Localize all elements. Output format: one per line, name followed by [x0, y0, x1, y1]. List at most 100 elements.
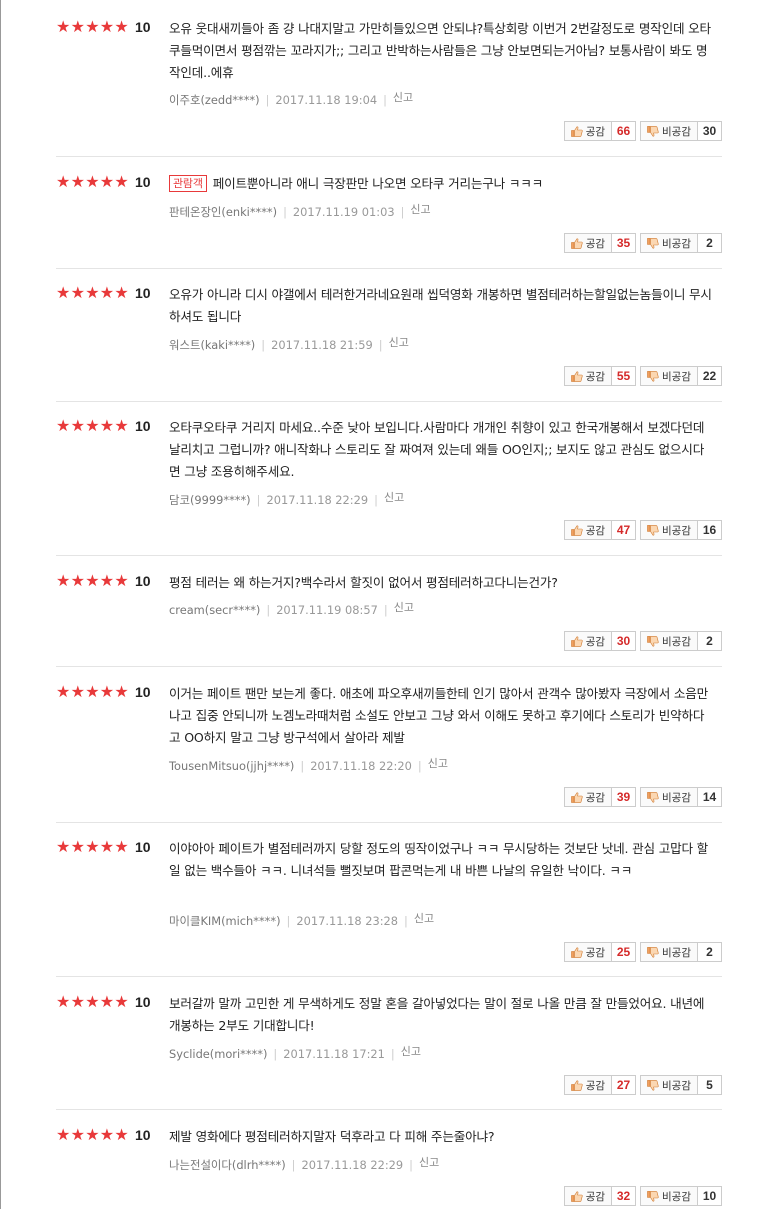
review-meta: TousenMitsuo(jjhj****) | 2017.11.18 22:20 |… — [169, 757, 448, 773]
vote-controls: 공감 30 비공감 2 — [563, 631, 722, 651]
dislike-button[interactable]: 비공감 — [640, 631, 698, 651]
dislike-button[interactable]: 비공감 — [640, 1186, 698, 1206]
star-icon: ★ — [56, 416, 71, 435]
dislike-count: 14 — [698, 787, 722, 807]
dislike-button[interactable]: 비공감 — [640, 366, 698, 386]
review-score: 10 — [135, 285, 151, 301]
thumbs-down-icon — [647, 946, 659, 958]
star-icon: ★ — [85, 17, 100, 36]
report-link[interactable]: 신고 — [401, 1045, 421, 1058]
review-meta: 이주호(zedd****) | 2017.11.18 19:04 | 신고 — [169, 91, 414, 107]
review-meta: cream(secr****) | 2017.11.19 08:57 | 신고 — [169, 601, 414, 617]
star-rating: ★ ★ ★ ★ ★ — [56, 684, 129, 700]
dislike-label: 비공감 — [662, 946, 691, 959]
review-content: 제발 영화에다 평점테러하지말자 덕후라고 다 피해 주는줄아냐? — [169, 1126, 714, 1148]
review-date: 2017.11.18 17:21 — [283, 1047, 385, 1061]
report-link[interactable]: 신고 — [394, 601, 414, 614]
like-button[interactable]: 공감 — [563, 233, 613, 253]
review-content: 오유가 아니라 디시 야갤에서 테러한거라네요원래 씹덕영화 개봉하면 별점테러… — [169, 284, 714, 328]
viewer-badge: 관람객 — [169, 175, 207, 192]
star-icon: ★ — [114, 571, 129, 590]
star-icon: ★ — [56, 682, 71, 701]
like-count: 47 — [612, 520, 637, 540]
author-name: Syclide(mori****) — [169, 1047, 268, 1061]
like-label: 공감 — [585, 524, 606, 537]
dislike-button[interactable]: 비공감 — [640, 233, 698, 253]
star-icon: ★ — [114, 992, 129, 1011]
dislike-button[interactable]: 비공감 — [640, 787, 698, 807]
like-count: 66 — [612, 121, 637, 141]
dislike-count: 2 — [698, 942, 722, 962]
star-icon: ★ — [99, 571, 115, 590]
like-count: 55 — [612, 366, 637, 386]
like-label: 공감 — [585, 946, 606, 959]
like-button[interactable]: 공감 — [563, 942, 613, 962]
star-icon: ★ — [56, 837, 71, 856]
like-button[interactable]: 공감 — [563, 366, 613, 386]
review-item: ★ ★ ★ ★ ★ 10 오유 웃대새끼들아 좀 걍 나대지말고 가만히들있으면… — [56, 19, 722, 157]
review-text: 보러갈까 말까 고민한 게 무색하게도 정말 혼을 갈아넣었다는 말이 절로 나… — [169, 996, 705, 1033]
author-name: cream(secr****) — [169, 603, 261, 617]
review-list: ★ ★ ★ ★ ★ 10 오유 웃대새끼들아 좀 걍 나대지말고 가만히들있으면… — [1, 0, 776, 1209]
review-item: ★ ★ ★ ★ ★ 10 관람객 페이트뿐아니라 애니 극장판만 나오면 오타쿠 … — [56, 174, 722, 269]
star-icon: ★ — [70, 992, 85, 1011]
star-icon: ★ — [70, 571, 85, 590]
star-rating: ★ ★ ★ ★ ★ — [56, 1127, 129, 1143]
review-text: 페이트뿐아니라 애니 극장판만 나오면 오타쿠 거리는구나 ㅋㅋㅋ — [212, 176, 544, 191]
star-icon: ★ — [56, 283, 71, 302]
like-button[interactable]: 공감 — [563, 631, 613, 651]
like-button[interactable]: 공감 — [563, 520, 613, 540]
report-link[interactable]: 신고 — [393, 91, 413, 104]
dislike-count: 2 — [698, 233, 722, 253]
dislike-button[interactable]: 비공감 — [640, 1075, 698, 1095]
report-link[interactable]: 신고 — [428, 757, 448, 770]
report-link[interactable]: 신고 — [384, 491, 404, 504]
review-date: 2017.11.18 21:59 — [271, 338, 373, 352]
author-name: 판테온장인(enki****) — [169, 205, 278, 219]
report-link[interactable]: 신고 — [419, 1156, 439, 1169]
like-label: 공감 — [585, 237, 606, 250]
like-count: 25 — [612, 942, 637, 962]
review-meta: 판테온장인(enki****) | 2017.11.19 01:03 | 신고 — [169, 203, 431, 219]
thumbs-up-icon — [570, 370, 583, 382]
dislike-label: 비공감 — [662, 125, 691, 138]
thumbs-down-icon — [647, 1079, 659, 1091]
dislike-button[interactable]: 비공감 — [640, 942, 698, 962]
review-meta: 워스트(kaki****) | 2017.11.18 21:59 | 신고 — [169, 336, 409, 352]
like-count: 27 — [612, 1075, 637, 1095]
star-icon: ★ — [85, 172, 100, 191]
dislike-label: 비공감 — [662, 524, 691, 537]
dislike-count: 16 — [698, 520, 722, 540]
dislike-button[interactable]: 비공감 — [640, 121, 698, 141]
like-button[interactable]: 공감 — [563, 787, 613, 807]
author-name: 이주호(zedd****) — [169, 93, 260, 107]
review-item: ★ ★ ★ ★ ★ 10 보러갈까 말까 고민한 게 무색하게도 정말 혼을 갈… — [56, 994, 722, 1110]
vote-controls: 공감 39 비공감 14 — [563, 787, 722, 807]
review-item: ★ ★ ★ ★ ★ 10 이야아아 페이트가 별점테러까지 당할 정도의 띵작이… — [56, 839, 722, 977]
star-icon: ★ — [114, 17, 129, 36]
star-icon: ★ — [114, 172, 129, 191]
star-rating: ★ ★ ★ ★ ★ — [56, 174, 129, 190]
dislike-label: 비공감 — [662, 1079, 691, 1092]
review-text: 평점 테러는 왜 하는거지?백수라서 할짓이 없어서 평점테러하고다니는건가? — [169, 575, 558, 590]
dislike-button[interactable]: 비공감 — [640, 520, 698, 540]
star-icon: ★ — [99, 172, 115, 191]
like-button[interactable]: 공감 — [563, 1075, 613, 1095]
review-score: 10 — [135, 418, 151, 434]
report-link[interactable]: 신고 — [389, 336, 409, 349]
review-date: 2017.11.18 22:20 — [310, 759, 412, 773]
review-date: 2017.11.19 01:03 — [292, 205, 395, 219]
review-date: 2017.11.18 19:04 — [275, 93, 378, 107]
star-rating: ★ ★ ★ ★ ★ — [56, 573, 129, 589]
dislike-count: 22 — [698, 366, 722, 386]
report-link[interactable]: 신고 — [410, 203, 430, 216]
like-button[interactable]: 공감 — [563, 121, 613, 141]
star-icon: ★ — [114, 1125, 129, 1144]
report-link[interactable]: 신고 — [414, 912, 434, 925]
thumbs-up-icon — [570, 1079, 583, 1091]
like-count: 32 — [612, 1186, 637, 1206]
star-rating: ★ ★ ★ ★ ★ — [56, 418, 129, 434]
review-score: 10 — [135, 1127, 151, 1143]
author-name: 나는전설이다(dlrh****) — [169, 1158, 286, 1172]
like-button[interactable]: 공감 — [563, 1186, 613, 1206]
